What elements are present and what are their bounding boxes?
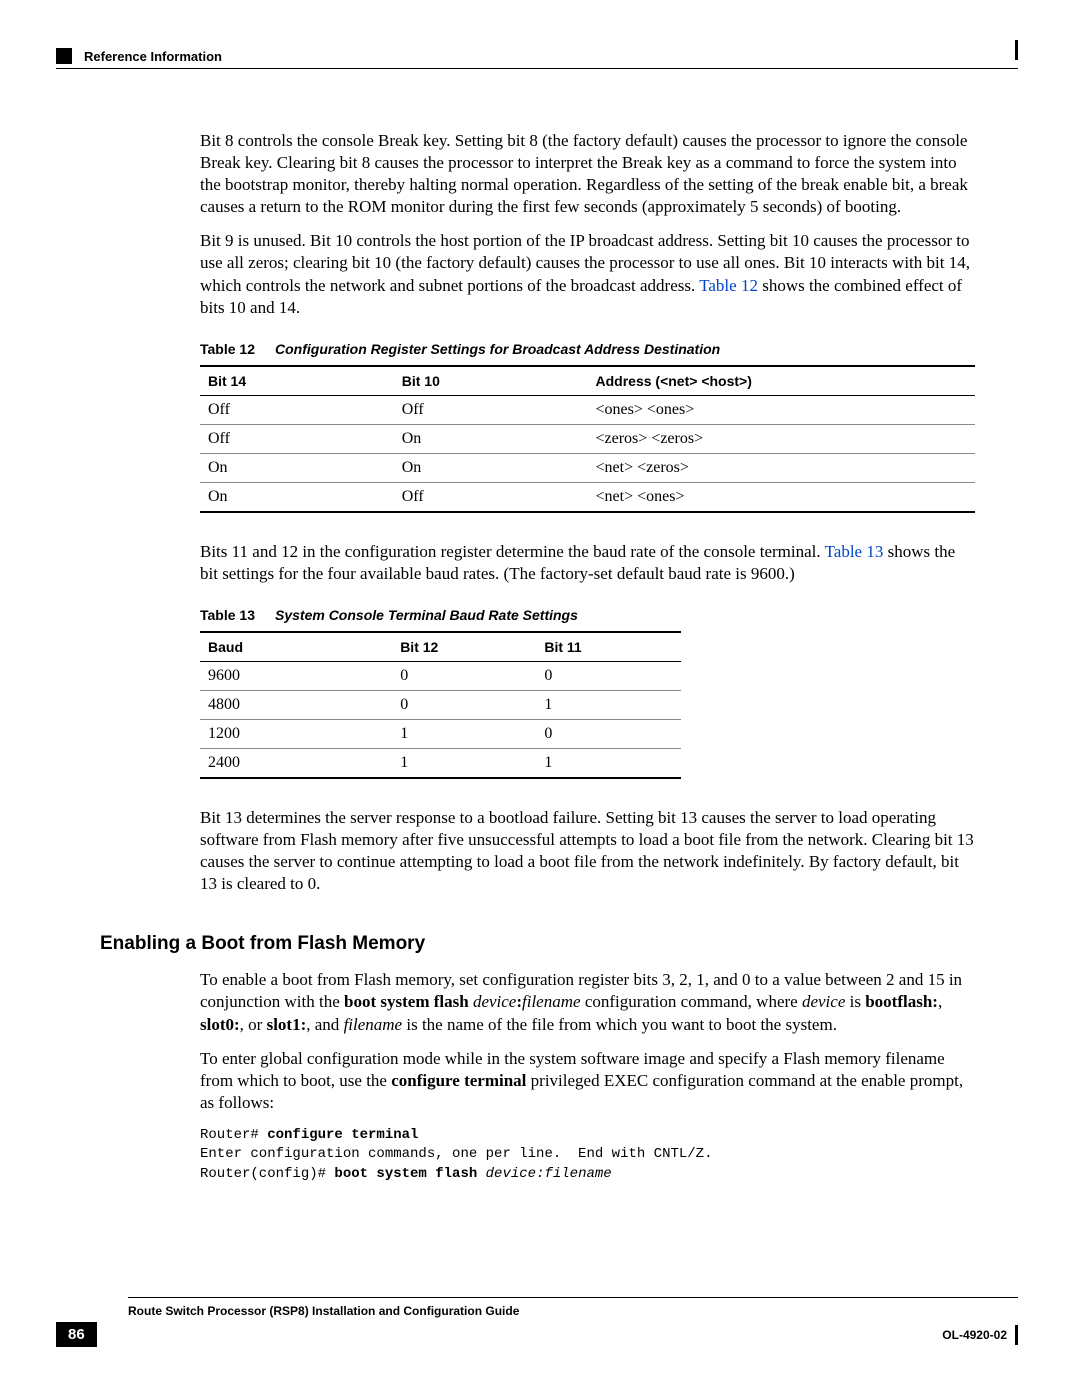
- paragraph-bit8: Bit 8 controls the console Break key. Se…: [200, 130, 975, 218]
- table12-h1: Bit 10: [394, 366, 588, 396]
- table13-h1: Bit 12: [392, 632, 536, 662]
- table13-caption: Table 13 System Console Terminal Baud Rat…: [200, 607, 975, 623]
- table-row: OnOff<net> <ones>: [200, 482, 975, 512]
- table-row: 120010: [200, 719, 681, 748]
- table12-h2: Address (<net> <host>): [588, 366, 976, 396]
- table13-h0: Baud: [200, 632, 392, 662]
- table12-link[interactable]: Table 12: [699, 276, 758, 295]
- header-square-icon: [56, 48, 72, 64]
- paragraph-bit9-10: Bit 9 is unused. Bit 10 controls the hos…: [200, 230, 975, 318]
- paragraph-bits11-12: Bits 11 and 12 in the configuration regi…: [200, 541, 975, 585]
- table13: Baud Bit 12 Bit 11 960000 480001 120010 …: [200, 631, 681, 779]
- table-header-row: Baud Bit 12 Bit 11: [200, 632, 681, 662]
- section-p2: To enter global configuration mode while…: [200, 1048, 975, 1114]
- table-row: OffOff<ones> <ones>: [200, 395, 975, 424]
- table12: Bit 14 Bit 10 Address (<net> <host>) Off…: [200, 365, 975, 513]
- table13-link[interactable]: Table 13: [825, 542, 884, 561]
- section-heading-boot-flash: Enabling a Boot from Flash Memory: [100, 933, 975, 955]
- footer-right-marker: [1015, 1325, 1018, 1345]
- table-row: 960000: [200, 661, 681, 690]
- table12-caption: Table 12 Configuration Register Settings …: [200, 341, 975, 357]
- table12-caption-text: Configuration Register Settings for Broa…: [275, 341, 720, 357]
- main-content: Bit 8 controls the console Break key. Se…: [200, 130, 975, 1185]
- table13-caption-label: Table 13: [200, 607, 255, 623]
- page-number: 86: [56, 1322, 97, 1347]
- footer-rule: [128, 1297, 1018, 1298]
- table12-h0: Bit 14: [200, 366, 394, 396]
- footer-doc-title: Route Switch Processor (RSP8) Installati…: [128, 1304, 1018, 1318]
- header-rule: [56, 68, 1018, 69]
- breadcrumb: Reference Information: [84, 49, 222, 64]
- table13-h2: Bit 11: [536, 632, 680, 662]
- code-block: Router# configure terminal Enter configu…: [200, 1126, 975, 1185]
- page-footer: Route Switch Processor (RSP8) Installati…: [56, 1297, 1018, 1347]
- para3-text-a: Bits 11 and 12 in the configuration regi…: [200, 542, 825, 561]
- table-row: 240011: [200, 748, 681, 778]
- table-row: OffOn<zeros> <zeros>: [200, 424, 975, 453]
- footer-bottom-row: 86 OL-4920-02: [56, 1322, 1018, 1347]
- paragraph-bit13: Bit 13 determines the server response to…: [200, 807, 975, 895]
- table12-caption-label: Table 12: [200, 341, 255, 357]
- table-row: OnOn<net> <zeros>: [200, 453, 975, 482]
- table-row: 480001: [200, 690, 681, 719]
- page-header: Reference Information: [56, 48, 1018, 64]
- table13-caption-text: System Console Terminal Baud Rate Settin…: [275, 607, 578, 623]
- section-p1: To enable a boot from Flash memory, set …: [200, 969, 975, 1035]
- footer-doc-id: OL-4920-02: [942, 1328, 1007, 1342]
- table-header-row: Bit 14 Bit 10 Address (<net> <host>): [200, 366, 975, 396]
- header-right-marker: [1015, 40, 1018, 60]
